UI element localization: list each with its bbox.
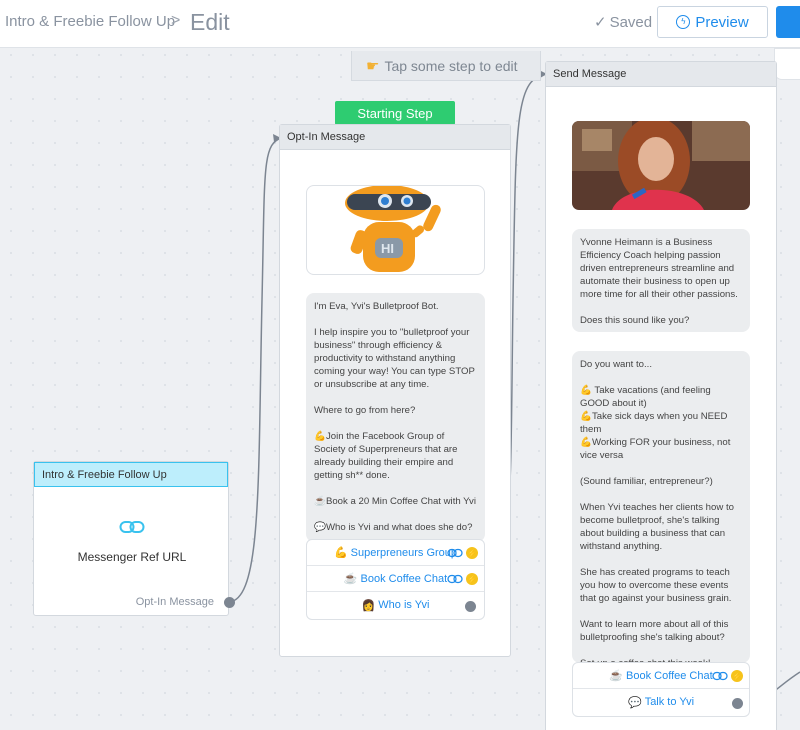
page-title: Edit	[190, 9, 230, 35]
send-message-bubble-1: Yvonne Heimann is a Business Efficiency …	[572, 229, 750, 332]
woman-photo	[572, 121, 750, 210]
optin-message-card[interactable]: Opt-In Message HI I'm Eva, Yvi's Bulletp…	[279, 124, 511, 657]
ref-url-label: Messenger Ref URL	[77, 550, 187, 564]
messenger-icon: ϟ	[676, 15, 691, 29]
trigger-output-port[interactable]	[224, 597, 235, 608]
edit-hint: ☛ Tap some step to edit	[351, 51, 541, 81]
button-book-coffee-chat[interactable]: ☕ Book Coffee Chat ⚡	[307, 566, 484, 592]
wire-intro-to-optin	[228, 137, 282, 603]
flexed-arm-icon: 💪	[333, 547, 348, 559]
button-label: Book Coffee Chat	[626, 669, 713, 682]
check-icon: ✓	[594, 14, 607, 31]
robot-illustration: HI	[345, 186, 441, 272]
saved-status: ✓ Saved	[594, 13, 652, 31]
saved-label: Saved	[609, 14, 653, 31]
top-bar: Intro & Freebie Follow Up > Edit ✓ Saved …	[0, 0, 800, 48]
button-who-is-yvi[interactable]: 👩 Who is Yvi	[307, 592, 484, 618]
robot-sign-text: HI	[381, 241, 394, 256]
speech-bubble-icon: 💬	[627, 696, 642, 709]
button-label: Book Coffee Chat	[360, 572, 448, 585]
trigger-output-label: Opt-In Message	[135, 596, 214, 608]
optin-card-title: Opt-In Message	[280, 125, 510, 150]
primary-action-button[interactable]	[776, 6, 800, 38]
trigger-card[interactable]: Intro & Freebie Follow Up Messenger Ref …	[33, 461, 235, 616]
send-message-bubble-2: Do you want to... 💪 Take vacations (and …	[572, 351, 750, 669]
link-icon	[447, 548, 463, 558]
preview-button[interactable]: ϟ Preview	[657, 6, 768, 38]
breadcrumb-separator: >	[171, 12, 181, 29]
button-label: Superpreneurs Group	[350, 546, 458, 559]
trigger-card-title: Intro & Freebie Follow Up	[34, 462, 228, 487]
bolt-icon: ⚡	[466, 573, 478, 585]
coffee-icon: ☕	[609, 670, 624, 682]
button-label: Who is Yvi	[378, 599, 430, 611]
send-button-list: ☕ Book Coffee Chat ⚡ 💬 Talk to Yvi	[572, 662, 750, 717]
button-talk-to-yvi[interactable]: 💬 Talk to Yvi	[573, 689, 749, 715]
link-icon	[712, 671, 728, 681]
bolt-icon: ⚡	[466, 547, 478, 559]
who-is-yvi-output-port[interactable]	[465, 601, 476, 612]
hint-text: Tap some step to edit	[384, 57, 518, 74]
send-card-title: Send Message	[546, 62, 776, 87]
offscreen-card-edge[interactable]	[774, 48, 800, 80]
profile-photo	[572, 121, 750, 210]
robot-image: HI	[306, 185, 485, 275]
coffee-icon: ☕	[343, 573, 358, 585]
talk-to-yvi-output-port[interactable]	[732, 698, 743, 709]
breadcrumb-flow-name[interactable]: Intro & Freebie Follow Up	[5, 13, 175, 30]
link-icon	[447, 574, 463, 584]
woman-icon: 👩	[361, 599, 376, 612]
pointing-hand-icon: ☛	[366, 57, 380, 75]
optin-button-list: 💪 Superpreneurs Group ⚡ ☕ Book Coffee Ch…	[306, 539, 485, 620]
send-message-card[interactable]: Send Message Yvonne Heimann is a Busines…	[545, 61, 777, 730]
optin-message-bubble: I'm Eva, Yvi's Bulletproof Bot. I help i…	[306, 293, 485, 542]
button-superpreneurs-group[interactable]: 💪 Superpreneurs Group ⚡	[307, 540, 484, 566]
preview-label: Preview	[695, 13, 749, 31]
button-label: Talk to Yvi	[644, 696, 695, 708]
starting-step-badge: Starting Step	[335, 101, 455, 131]
bolt-icon: ⚡	[731, 670, 743, 682]
button-book-coffee-chat-2[interactable]: ☕ Book Coffee Chat ⚡	[573, 663, 749, 689]
link-icon	[119, 521, 145, 533]
